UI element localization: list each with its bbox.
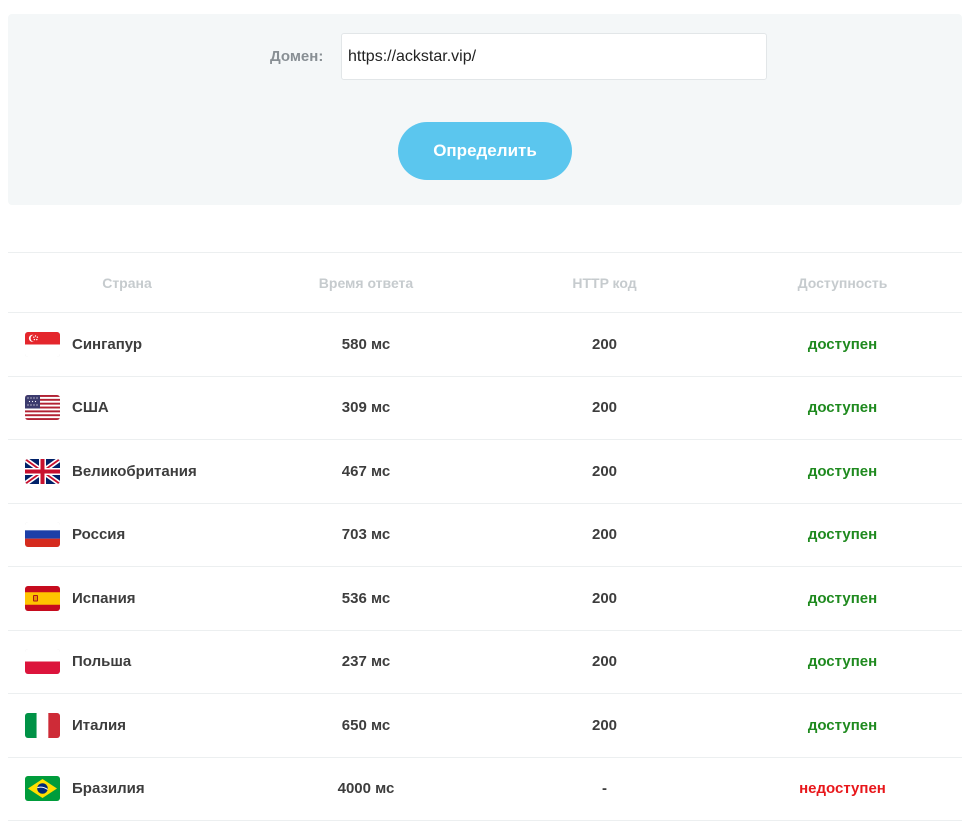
spain-flag-icon [25, 585, 60, 611]
table-row: Бразилия 4000 мс - недоступен [8, 757, 962, 821]
availability-cell: доступен [723, 376, 962, 440]
header-http-code: HTTP код [486, 252, 723, 313]
table-row: Польша 237 мс 200 доступен [8, 630, 962, 694]
country-name: Россия [72, 526, 126, 544]
country-cell: Испания [8, 566, 246, 631]
availability-cell: доступен [723, 693, 962, 758]
http-code-cell: 200 [486, 439, 723, 504]
response-time-cell: 580 мс [246, 312, 486, 377]
domain-row: Домен: [8, 33, 962, 80]
uk-flag-icon [25, 458, 60, 484]
usa-flag-icon [25, 395, 60, 421]
country-cell: Сингапур [8, 312, 246, 377]
http-code-cell: 200 [486, 630, 723, 694]
http-code-cell: 200 [486, 312, 723, 377]
italy-flag-icon [25, 712, 60, 738]
country-cell: Россия [8, 503, 246, 567]
response-time-cell: 536 мс [246, 566, 486, 631]
results-table: Страна Время ответа HTTP код Доступность [8, 252, 962, 821]
country-cell: Польша [8, 630, 246, 694]
table-header-row: Страна Время ответа HTTP код Доступность [8, 252, 962, 313]
table-row: Испания 536 мс 200 доступен [8, 566, 962, 631]
response-time-cell: 703 мс [246, 503, 486, 567]
country-cell: Великобритания [8, 439, 246, 504]
response-time-cell: 650 мс [246, 693, 486, 758]
domain-label: Домен: [270, 48, 324, 65]
header-country: Страна [8, 252, 246, 313]
country-name: Польша [72, 653, 132, 671]
poland-flag-icon [25, 649, 60, 675]
availability-cell: доступен [723, 630, 962, 694]
header-response-time: Время ответа [246, 252, 486, 313]
http-code-cell: - [486, 757, 723, 821]
country-name: Бразилия [72, 780, 145, 798]
domain-input[interactable] [341, 33, 767, 80]
country-name: Великобритания [72, 462, 197, 480]
table-row: Сингапур 580 мс 200 доступен [8, 312, 962, 377]
response-time-cell: 309 мс [246, 376, 486, 440]
russia-flag-icon [25, 522, 60, 548]
table-row: Россия 703 мс 200 доступен [8, 503, 962, 567]
http-code-cell: 200 [486, 376, 723, 440]
country-name: Италия [72, 716, 126, 734]
country-cell: Италия [8, 693, 246, 758]
brazil-flag-icon [25, 776, 60, 802]
table-row: Великобритания 467 мс 200 доступен [8, 439, 962, 504]
availability-cell: доступен [723, 439, 962, 504]
availability-cell: доступен [723, 566, 962, 631]
http-code-cell: 200 [486, 693, 723, 758]
http-code-cell: 200 [486, 503, 723, 567]
domain-form-panel: Домен: Определить [8, 14, 962, 205]
response-time-cell: 237 мс [246, 630, 486, 694]
country-name: США [72, 399, 109, 417]
table-row: США 309 мс 200 доступен [8, 376, 962, 440]
availability-cell: недоступен [723, 757, 962, 821]
table-row: Италия 650 мс 200 доступен [8, 693, 962, 758]
singapore-flag-icon [25, 331, 60, 357]
response-time-cell: 4000 мс [246, 757, 486, 821]
http-code-cell: 200 [486, 566, 723, 631]
country-cell: США [8, 376, 246, 440]
header-availability: Доступность [723, 252, 962, 313]
country-cell: Бразилия [8, 757, 246, 821]
response-time-cell: 467 мс [246, 439, 486, 504]
country-name: Сингапур [72, 335, 143, 353]
country-name: Испания [72, 589, 136, 607]
check-button[interactable]: Определить [398, 122, 572, 180]
availability-cell: доступен [723, 503, 962, 567]
availability-cell: доступен [723, 312, 962, 377]
